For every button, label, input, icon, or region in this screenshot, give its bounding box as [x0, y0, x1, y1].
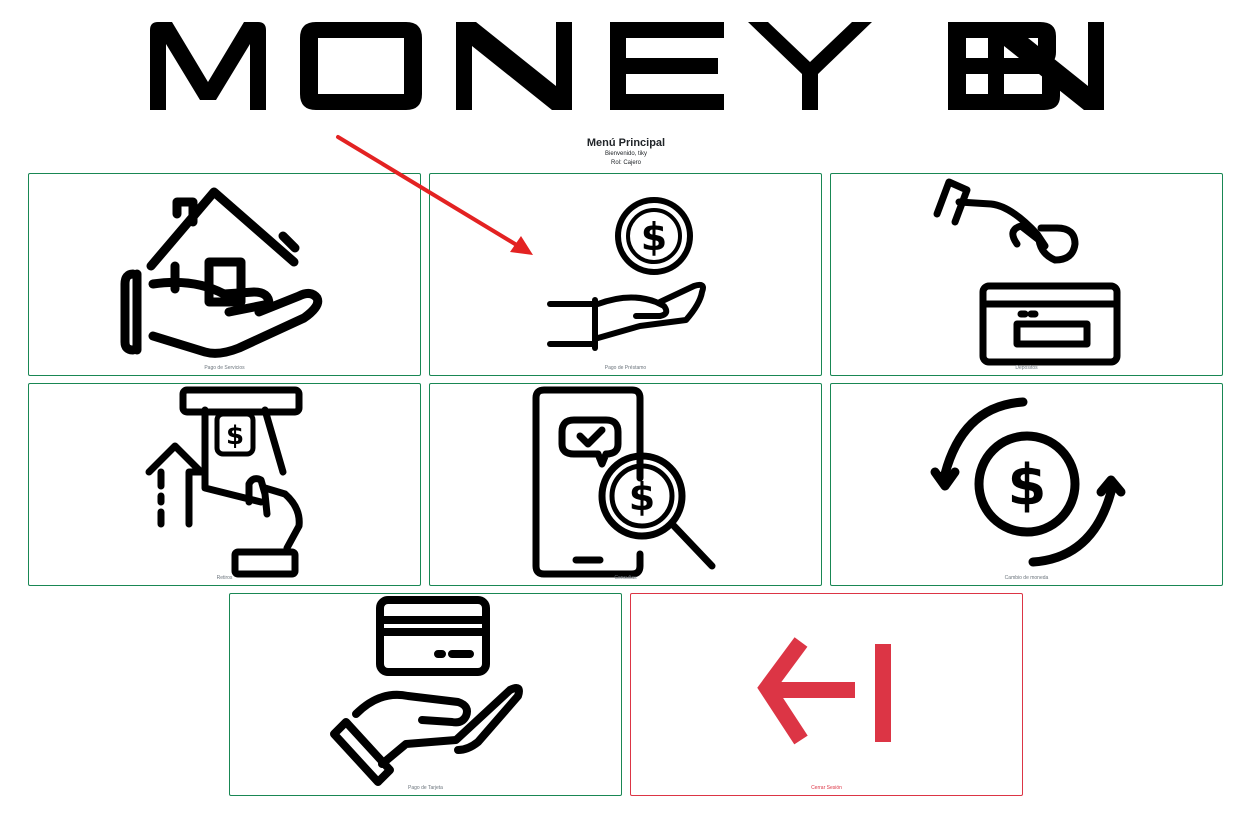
welcome-text: Bienvenido, tiky: [604, 151, 648, 157]
page-title: Menú Principal: [586, 137, 666, 149]
currency-exchange-icon: $: [930, 397, 1126, 567]
tile-label: Pago de Tarjeta: [408, 785, 443, 791]
tile-label: Consultas: [614, 575, 637, 581]
tile-cerrar-sesion[interactable]: Cerrar Sesión: [630, 593, 1023, 796]
phone-search-dollar-icon: $: [532, 386, 716, 578]
tile-pago-servicios[interactable]: Pago de Servicios: [28, 173, 421, 376]
card-in-hand-icon: [330, 596, 523, 786]
logout-arrow-icon: [757, 637, 891, 745]
tile-cambio-moneda[interactable]: $ Cambio de moneda: [830, 383, 1223, 586]
tile-pago-prestamo[interactable]: $ Pago de Préstamo: [429, 173, 822, 376]
tile-label: Cerrar Sesión: [811, 785, 842, 791]
house-in-hand-icon: [120, 187, 323, 358]
menu-header: Menú Principal Bienvenido, tiky Rol: Caj…: [0, 137, 1242, 168]
coin-over-hand-icon: $: [547, 197, 706, 351]
atm-cash-withdraw-icon: $: [145, 386, 303, 578]
svg-text:$: $: [641, 215, 667, 259]
tile-label: Pago de Préstamo: [604, 365, 647, 371]
role-text: Rol: Cajero: [610, 160, 641, 166]
tile-depositos[interactable]: Depositos: [830, 173, 1223, 376]
tile-pago-tarjeta[interactable]: Pago de Tarjeta: [229, 593, 622, 796]
svg-text:$: $: [1008, 453, 1047, 518]
tile-label: Retiros: [216, 575, 233, 581]
tile-label: Cambio de moneda: [1004, 575, 1049, 581]
tile-consultas[interactable]: $ Consultas: [429, 383, 822, 586]
money-bin-logo-tail: [948, 22, 1104, 110]
hand-deposit-coin-icon: [933, 178, 1121, 366]
tile-label: Depositos: [1015, 365, 1038, 371]
tile-label: Pago de Servicios: [204, 365, 245, 371]
svg-text:$: $: [226, 421, 244, 451]
svg-text:$: $: [629, 475, 655, 519]
tile-retiros[interactable]: $ Retiros: [28, 383, 421, 586]
